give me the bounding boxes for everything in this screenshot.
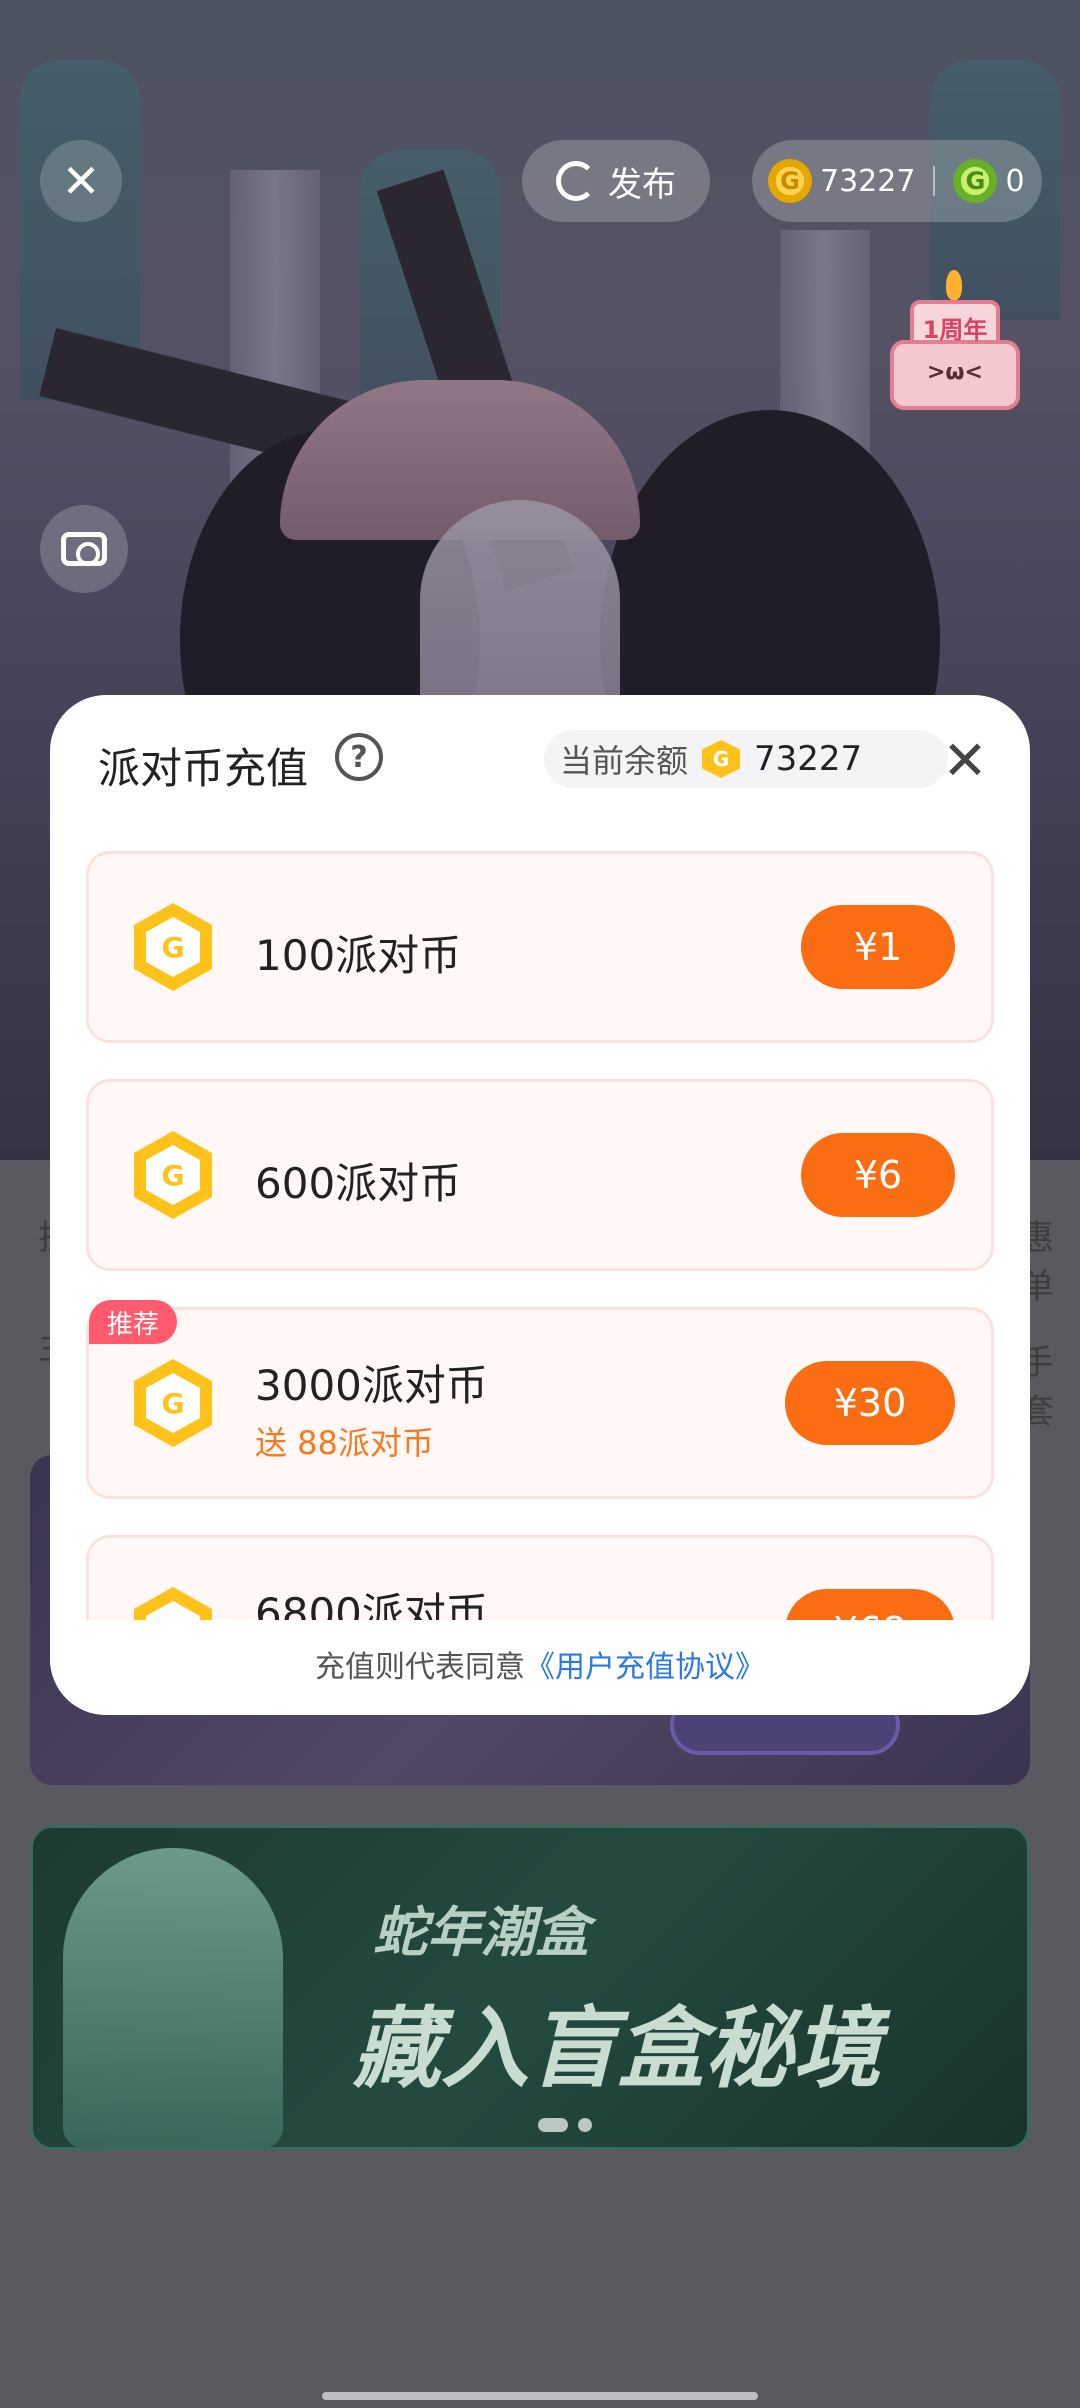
publish-icon: [556, 161, 596, 201]
recharge-option[interactable]: G 600派对币 ¥6: [86, 1079, 994, 1271]
camera-button[interactable]: [40, 505, 128, 593]
balance-label: 当前余额: [560, 742, 689, 780]
option-amount: 100派对币: [255, 931, 462, 980]
coin-icon: G: [702, 740, 741, 778]
current-balance: 当前余额 G 73227: [544, 730, 948, 788]
option-amount: 600派对币: [255, 1159, 462, 1208]
currency-balance-pill[interactable]: G 73227 G 0: [752, 140, 1042, 222]
camera-icon: [61, 532, 107, 566]
gift-coin-icon: G: [953, 159, 998, 203]
help-icon[interactable]: ?: [335, 733, 383, 781]
option-amount: 6800派对币: [255, 1589, 488, 1621]
price-button[interactable]: ¥1: [801, 905, 955, 989]
cake-label: 1周年: [922, 316, 988, 344]
hex-coin-icon: G: [134, 1131, 212, 1219]
cake-face: >ω<: [927, 360, 983, 385]
hex-coin-icon: G: [134, 1359, 212, 1447]
recharge-option[interactable]: G 100派对币 ¥1: [86, 851, 994, 1043]
coin-icon: G: [768, 159, 812, 203]
agreement-footer: 充值则代表同意《用户充值协议》: [50, 1620, 1030, 1715]
gift-balance: 0: [1005, 163, 1025, 199]
agreement-link[interactable]: 《用户充值协议》: [525, 1650, 765, 1685]
close-icon[interactable]: ✕: [40, 140, 122, 222]
anniversary-cake-badge[interactable]: 1周年 >ω<: [880, 270, 1030, 430]
carousel-dot: [538, 2118, 568, 2132]
home-indicator[interactable]: [322, 2392, 758, 2400]
candle-flame: [946, 270, 962, 300]
publish-label: 发布: [608, 164, 676, 205]
recharge-options-list[interactable]: G 100派对币 ¥1 G 600派对币 ¥6 推荐 G 3000派对币 送 8…: [86, 851, 994, 1621]
agreement-text: 充值则代表同意: [315, 1650, 525, 1685]
hex-coin-icon: G: [134, 1587, 212, 1621]
option-amount: 3000派对币: [255, 1361, 488, 1410]
recharge-option[interactable]: G 6800派对币 ¥68: [86, 1535, 994, 1621]
price-button[interactable]: ¥30: [785, 1361, 955, 1445]
banner-subtitle: 藏入盲盒秘境: [353, 1996, 882, 2100]
dialog-close-icon[interactable]: ✕: [930, 725, 1000, 795]
recommended-tag: 推荐: [89, 1300, 178, 1344]
price-button[interactable]: ¥68: [785, 1589, 955, 1621]
carousel-dot: [578, 2118, 592, 2132]
banner-title: 蛇年潮盒: [373, 1900, 589, 1964]
balance-value: 73227: [754, 739, 863, 779]
banner-character: [63, 1848, 283, 2147]
blind-box-banner[interactable]: 蛇年潮盒 藏入盲盒秘境: [30, 1825, 1030, 2150]
recharge-option-recommended[interactable]: 推荐 G 3000派对币 送 88派对币 ¥30: [86, 1300, 994, 1499]
option-bonus: 送 88派对币: [255, 1424, 434, 1462]
price-button[interactable]: ¥6: [801, 1133, 955, 1217]
publish-button[interactable]: 发布: [522, 140, 710, 222]
dialog-title: 派对币充值: [98, 744, 309, 793]
coin-balance: 73227: [820, 163, 916, 199]
hex-coin-icon: G: [134, 903, 212, 991]
carousel-dots: [538, 2118, 592, 2132]
recharge-dialog: 派对币充值 ? 当前余额 G 73227 ✕ G 100派对币 ¥1 G 600…: [50, 695, 1030, 1715]
divider: [933, 166, 936, 196]
